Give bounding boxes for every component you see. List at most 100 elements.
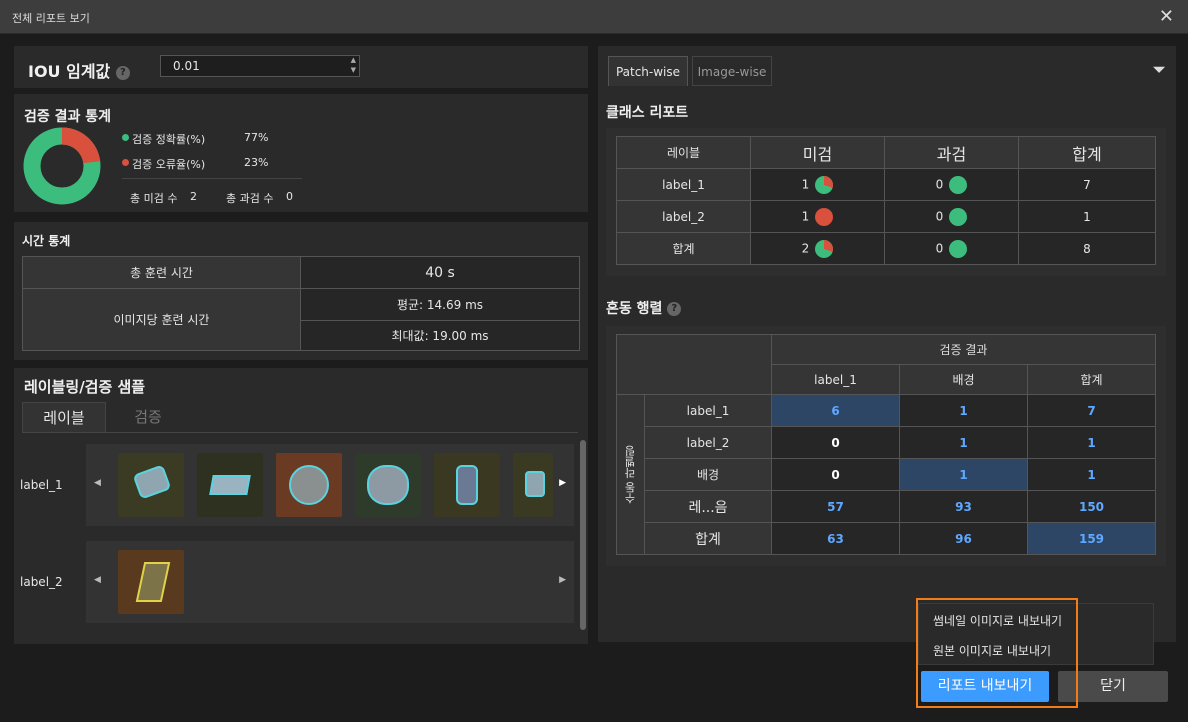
highlight-box <box>916 598 1078 708</box>
cm-row: 레...음 57 93 150 <box>617 490 1156 523</box>
iou-panel: IOU 임계값 ? 0.01 ▲ ▼ <box>14 46 588 88</box>
cm-corner <box>616 334 772 395</box>
class-report-row: label_1 1 0 7 <box>616 168 1156 201</box>
cm-row: 합계 63 96 159 <box>617 522 1156 555</box>
cm-row-label: 합계 <box>644 522 772 555</box>
cm-row: label_2 0 1 1 <box>617 426 1156 459</box>
cm-row: 수동 라벨링 label_1 6 1 7 <box>616 394 1156 555</box>
cm-cell: 6 <box>771 394 900 427</box>
iou-label: IOU 임계값 ? <box>28 58 130 82</box>
cm-cell: 159 <box>1027 522 1156 555</box>
col-header-miss: 미검 <box>750 136 885 169</box>
cm-cell: 0 <box>771 426 900 459</box>
thumb-strip: ◀ ▶ <box>86 444 574 526</box>
sample-thumbnail[interactable] <box>118 550 184 614</box>
result-stats-title: 검증 결과 통계 <box>24 109 112 125</box>
sample-thumbnail[interactable] <box>513 453 553 517</box>
over-cell: 0 <box>884 232 1019 265</box>
cm-row-group: 수동 라벨링 <box>616 394 645 555</box>
help-icon[interactable]: ? <box>115 65 130 80</box>
col-header-total: 합계 <box>1018 136 1156 169</box>
cm-cell: 1 <box>899 426 1028 459</box>
spin-up-icon[interactable]: ▲ <box>351 56 356 64</box>
sample-row-label: label_1 <box>20 478 63 492</box>
close-icon[interactable]: ✕ <box>1159 6 1174 27</box>
samples-panel: 레이블링/검증 샘플 레이블 검증 label_1 ◀ ▶ label_2 ◀ … <box>14 368 588 644</box>
time-stats-table: 총 훈련 시간 40 s 이미지당 훈련 시간 평균: 14.69 ms 최대값… <box>22 256 580 351</box>
tab-label[interactable]: 레이블 <box>22 402 106 432</box>
title-bar: 전체 리포트 보기 ✕ <box>0 0 1188 34</box>
over-status-icon <box>949 175 968 194</box>
accuracy-dot <box>122 134 129 141</box>
iou-input[interactable]: 0.01 ▲ ▼ <box>160 55 360 77</box>
cm-cell: 1 <box>1027 458 1156 491</box>
col-header-label: 레이블 <box>616 136 751 169</box>
miss-cell: 1 <box>750 168 885 201</box>
miss-cell: 2 <box>750 232 885 265</box>
tab-patch-wise[interactable]: Patch-wise <box>608 56 688 86</box>
tab-verify[interactable]: 검증 <box>108 402 188 432</box>
cm-row-label: label_2 <box>644 426 772 459</box>
sample-thumbnail[interactable] <box>197 453 263 517</box>
row-label: label_2 <box>616 200 751 233</box>
cm-row: 배경 0 1 1 <box>617 458 1156 491</box>
scroll-left-icon[interactable]: ◀ <box>94 478 101 488</box>
error-label: 검증 오류율(%) <box>132 158 206 171</box>
total-over-label: 총 과검 수 <box>226 192 274 205</box>
miss-pie-icon <box>815 239 834 258</box>
confusion-matrix: 검증 결과 label_1 배경합계 수동 라벨링 label_1 6 1 7 label_… <box>616 334 1156 555</box>
cm-cell: 1 <box>899 458 1028 491</box>
cm-cell: 93 <box>899 490 1028 523</box>
class-report-row: label_2 1 0 1 <box>616 200 1156 233</box>
cm-row-label: label_1 <box>644 394 772 427</box>
total-cell: 1 <box>1018 200 1156 233</box>
over-status-icon <box>949 207 968 226</box>
help-icon[interactable]: ? <box>667 302 682 316</box>
miss-pie-icon <box>815 207 834 226</box>
class-report-title: 클래스 리포트 <box>606 105 689 121</box>
cm-cell: 1 <box>899 394 1028 427</box>
cm-cell: 63 <box>771 522 900 555</box>
time-stats-panel: 시간 통계 총 훈련 시간 40 s 이미지당 훈련 시간 평균: 14.69 … <box>14 222 588 360</box>
per-image-avg: 평균: 14.69 ms <box>300 288 580 321</box>
iou-value: 0.01 <box>173 59 200 73</box>
tab-image-wise[interactable]: Image-wise <box>692 56 772 86</box>
stats-divider <box>122 178 302 179</box>
total-over-value: 0 <box>286 190 293 203</box>
class-report-box: 레이블 미검 과검 합계 label_1 1 0 7 label_2 1 0 1합… <box>606 128 1166 276</box>
sample-thumbnail[interactable] <box>118 453 184 517</box>
col-header-over: 과검 <box>884 136 1019 169</box>
class-report-row: 합계 2 0 8 <box>616 232 1156 265</box>
total-miss-label: 총 미검 수 <box>130 192 178 205</box>
scroll-right-icon[interactable]: ▶ <box>559 478 566 488</box>
accuracy-donut-chart <box>23 127 101 205</box>
time-stats-title: 시간 통계 <box>22 234 71 248</box>
error-dot <box>122 159 129 166</box>
cm-cell: 57 <box>771 490 900 523</box>
per-image-label: 이미지당 훈련 시간 <box>22 288 301 351</box>
samples-scrollbar[interactable] <box>580 440 586 630</box>
scroll-right-icon[interactable]: ▶ <box>559 575 566 585</box>
cm-row-label: 배경 <box>644 458 772 491</box>
miss-cell: 1 <box>750 200 885 233</box>
total-cell: 7 <box>1018 168 1156 201</box>
cm-cell: 150 <box>1027 490 1156 523</box>
confusion-title: 혼동 행렬 ? <box>606 298 682 318</box>
sample-thumbnail[interactable] <box>276 453 342 517</box>
sample-thumbnail[interactable] <box>434 453 500 517</box>
over-cell: 0 <box>884 168 1019 201</box>
cm-row-label: 레...음 <box>644 490 772 523</box>
thumb-strip: ◀ ▶ <box>86 541 574 623</box>
accuracy-label: 검증 정확률(%) <box>132 133 206 146</box>
spin-down-icon[interactable]: ▼ <box>351 66 356 74</box>
scroll-left-icon[interactable]: ◀ <box>94 575 101 585</box>
window-title: 전체 리포트 보기 <box>12 12 90 25</box>
result-stats-panel: 검증 결과 통계 검증 정확률(%) 77% 검증 오류율(%) 23% 총 미… <box>14 94 588 212</box>
cm-cell: 7 <box>1027 394 1156 427</box>
accuracy-value: 77% <box>244 131 269 144</box>
row-label: label_1 <box>616 168 751 201</box>
filter-icon[interactable]: ⏷ <box>1152 60 1166 80</box>
total-train-label: 총 훈련 시간 <box>22 256 301 289</box>
sample-thumbnail[interactable] <box>355 453 421 517</box>
cm-col-group: 검증 결과 <box>771 334 1156 365</box>
